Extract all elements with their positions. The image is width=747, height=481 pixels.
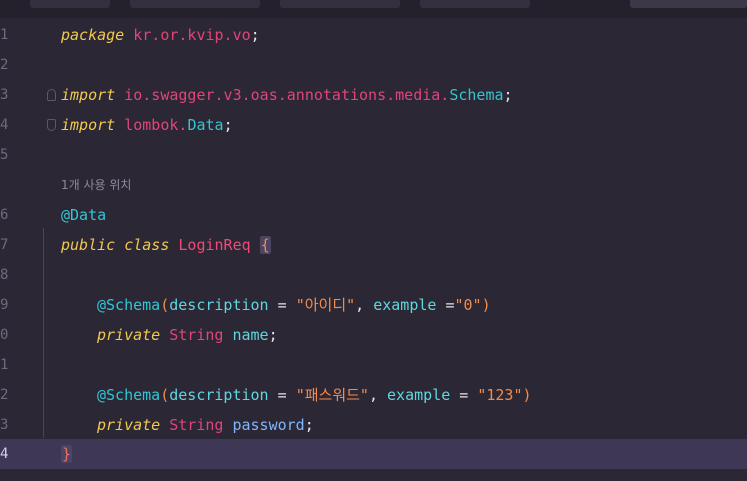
code-text[interactable]: } <box>61 439 73 469</box>
code-line[interactable]: 7 public class LoginReq { <box>0 230 747 260</box>
keyword: import <box>61 86 116 104</box>
operator: = <box>436 296 455 314</box>
paren: ) <box>481 296 491 314</box>
comma: , <box>368 386 388 404</box>
semicolon: ; <box>268 326 278 344</box>
code-line[interactable]: 1 package kr.or.kvip.vo; <box>0 20 747 50</box>
code-text[interactable]: @Schema(description = "패스워드", example = … <box>97 380 532 410</box>
code-text[interactable]: private String password; <box>97 410 314 440</box>
class-name: Data <box>187 116 224 134</box>
line-number: 1 <box>0 27 9 43</box>
editor-tab-active[interactable] <box>630 0 747 8</box>
editor-tab-bar[interactable] <box>0 0 747 18</box>
line-number: 2 <box>0 387 9 403</box>
keyword: package <box>61 26 125 44</box>
keyword: private <box>97 416 161 434</box>
type-name: String <box>169 416 224 434</box>
line-number: 5 <box>0 147 9 163</box>
annotation-attribute: example <box>373 296 437 314</box>
editor-tab[interactable] <box>420 0 530 8</box>
code-text[interactable]: import io.swagger.v3.oas.annotations.med… <box>61 80 513 110</box>
code-text[interactable]: import lombok.Data; <box>61 110 233 140</box>
code-text[interactable]: @Data <box>61 200 106 230</box>
line-number: 4 <box>0 446 9 462</box>
semicolon: ; <box>250 26 260 44</box>
line-number: 4 <box>0 117 9 133</box>
keyword: import <box>61 116 116 134</box>
paren: ) <box>522 386 532 404</box>
operator: = <box>268 296 296 314</box>
code-line[interactable]: 5 <box>0 140 747 170</box>
editor-tab[interactable] <box>130 0 260 8</box>
line-number: 7 <box>0 237 9 253</box>
matched-brace-open: { <box>259 236 271 254</box>
code-line[interactable]: 6 @Data <box>0 200 747 230</box>
annotation: @Data <box>61 206 107 224</box>
code-text[interactable]: public class LoginReq { <box>61 230 271 260</box>
class-name: Schema <box>449 86 504 104</box>
editor-tab[interactable] <box>280 0 400 8</box>
class-declaration-name: LoginReq <box>178 236 251 254</box>
line-number: 2 <box>0 57 9 73</box>
code-line-current[interactable]: 4 } <box>0 439 747 469</box>
usages-inlay-hint[interactable]: 1개 사용 위치 <box>61 170 131 200</box>
line-number: 3 <box>0 87 9 103</box>
keyword: private <box>97 326 161 344</box>
semicolon: ; <box>223 116 233 134</box>
field-name: name <box>232 326 269 344</box>
package-name: lombok. <box>124 116 188 134</box>
annotation-attribute: description <box>169 386 269 404</box>
inlay-hint-line[interactable]: 1개 사용 위치 <box>0 170 747 200</box>
code-line[interactable]: 0 private String name; <box>0 320 747 350</box>
keyword: public class <box>61 236 170 254</box>
code-line[interactable]: 3 import io.swagger.v3.oas.annotations.m… <box>0 80 747 110</box>
string-literal: "패스워드" <box>295 386 369 404</box>
field-name: password <box>232 416 305 434</box>
annotation: @Schema <box>97 296 161 314</box>
package-name: kr.or.kvip.vo <box>133 26 251 44</box>
string-literal: "0" <box>454 296 482 314</box>
paren: ( <box>160 296 170 314</box>
code-line[interactable]: 8 <box>0 260 747 290</box>
paren: ( <box>160 386 170 404</box>
line-number: 1 <box>0 357 9 373</box>
type-name: String <box>169 326 224 344</box>
code-line[interactable]: 2 @Schema(description = "패스워드", example … <box>0 380 747 410</box>
code-line[interactable]: 4 import lombok.Data; <box>0 110 747 140</box>
fold-end-icon[interactable] <box>47 119 56 131</box>
line-number: 9 <box>0 297 9 313</box>
code-line[interactable]: 9 @Schema(description = "아이디", example =… <box>0 290 747 320</box>
operator: = <box>450 386 478 404</box>
code-text[interactable]: package kr.or.kvip.vo; <box>61 20 260 50</box>
annotation: @Schema <box>97 386 161 404</box>
string-literal: "123" <box>477 386 523 404</box>
code-line[interactable]: 2 <box>0 50 747 80</box>
line-number: 8 <box>0 267 9 283</box>
package-name: io.swagger.v3.oas.annotations.media. <box>124 86 450 104</box>
comma: , <box>355 296 374 314</box>
fold-start-icon[interactable] <box>47 89 56 101</box>
line-number: 3 <box>0 417 9 433</box>
code-editor[interactable]: 1 package kr.or.kvip.vo; 2 3 import io.s… <box>0 0 747 481</box>
code-line[interactable]: 1 <box>0 350 747 380</box>
semicolon: ; <box>304 416 314 434</box>
line-number: 6 <box>0 207 9 223</box>
line-number: 0 <box>0 327 9 343</box>
annotation-attribute: description <box>169 296 269 314</box>
string-literal: "아이디" <box>295 296 356 314</box>
editor-tab[interactable] <box>30 0 110 8</box>
code-line[interactable]: 3 private String password; <box>0 410 747 440</box>
annotation-attribute: example <box>387 386 451 404</box>
matched-brace-close: } <box>61 445 73 463</box>
code-text[interactable]: private String name; <box>97 320 278 350</box>
code-text[interactable]: @Schema(description = "아이디", example ="0… <box>97 290 491 320</box>
semicolon: ; <box>503 86 513 104</box>
operator: = <box>268 386 296 404</box>
